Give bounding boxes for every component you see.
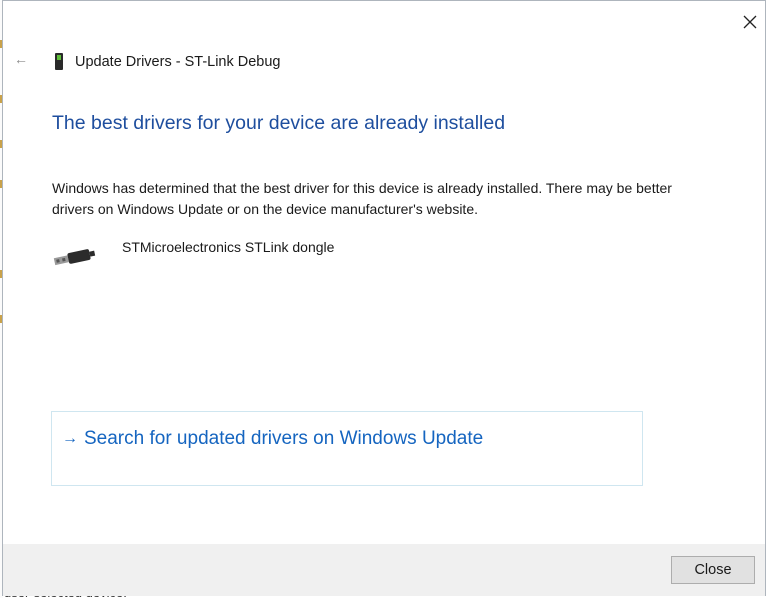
update-drivers-dialog: ← Update Drivers - ST-Link Debug The bes… (2, 0, 766, 596)
arrow-right-icon: → (62, 430, 78, 447)
close-icon[interactable] (737, 9, 763, 35)
usb-plug-icon (53, 249, 96, 266)
back-arrow-icon[interactable]: ← (13, 51, 29, 67)
search-link-label[interactable]: Search for updated drivers on Windows Up… (84, 428, 483, 450)
page-heading: The best drivers for your device are alr… (52, 112, 506, 134)
device-name: STMicroelectronics STLink dongle (122, 239, 335, 255)
dialog-footer: Close (3, 544, 765, 596)
description-text: Windows has determined that the best dri… (52, 180, 672, 217)
search-windows-update-link[interactable]: → Search for updated drivers on Windows … (51, 411, 643, 486)
dialog-title: Update Drivers - ST-Link Debug (75, 54, 281, 70)
close-button[interactable]: Close (671, 556, 755, 584)
usb-device-icon (55, 53, 63, 70)
dialog-title-row: Update Drivers - ST-Link Debug (53, 51, 281, 73)
